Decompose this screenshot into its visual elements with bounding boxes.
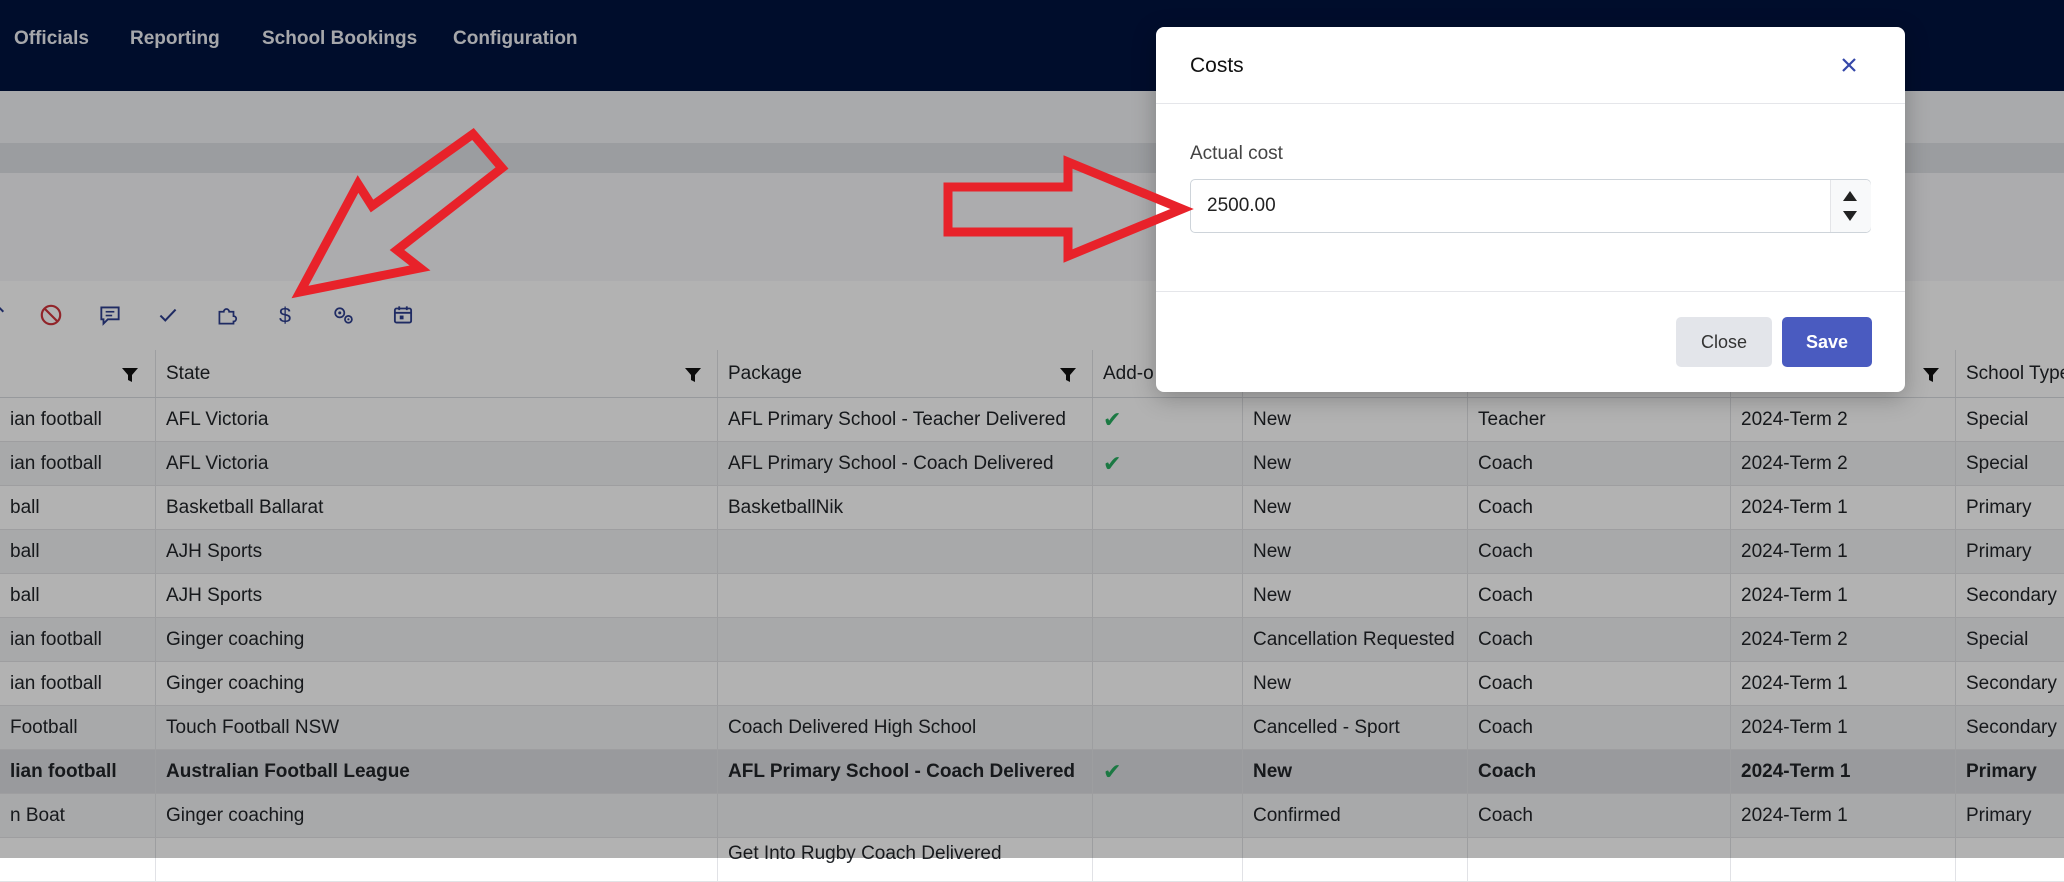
modal-title: Costs [1190, 54, 1244, 77]
stepper-up-icon[interactable] [1843, 191, 1857, 201]
stepper-down-icon[interactable] [1843, 211, 1857, 221]
close-button[interactable]: Close [1676, 317, 1772, 367]
modal-header: Costs [1156, 27, 1905, 104]
save-button[interactable]: Save [1782, 317, 1872, 367]
cost-stepper[interactable] [1830, 180, 1871, 232]
costs-modal: Costs Actual cost Close Save [1156, 27, 1905, 392]
actual-cost-input[interactable] [1190, 179, 1871, 233]
close-icon[interactable] [1836, 52, 1862, 78]
actual-cost-label: Actual cost [1190, 143, 1283, 164]
